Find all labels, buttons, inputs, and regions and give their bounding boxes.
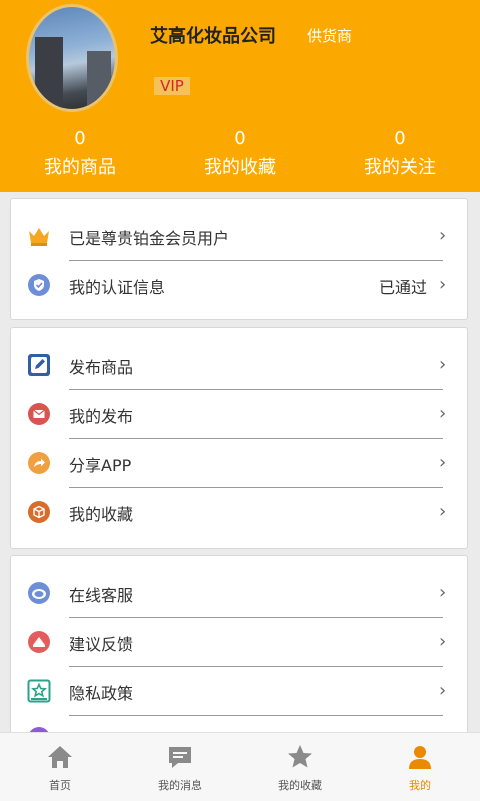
menu-item-my-posts[interactable]: 我的发布 ›	[11, 389, 469, 438]
feedback-icon	[28, 631, 50, 653]
profile-header: 艾高化妆品公司 供货商 VIP 0 我的商品 0 我的收藏 0 我的关注	[0, 0, 480, 192]
chevron-right-icon: ›	[439, 631, 447, 652]
menu-item-label: 分享APP	[69, 456, 132, 475]
avatar-building-right	[87, 51, 111, 109]
stat-count: 0	[74, 128, 86, 149]
message-icon	[169, 747, 191, 768]
menu-item-online-service[interactable]: 在线客服 ›	[11, 568, 469, 617]
divider	[69, 715, 443, 716]
menu-item-feedback[interactable]: 建议反馈 ›	[11, 617, 469, 666]
company-name: 艾高化妆品公司	[150, 26, 276, 47]
tab-label: 首页	[49, 779, 71, 792]
menu-item-label: 建议反馈	[69, 635, 134, 654]
stat-my-products[interactable]: 0 我的商品	[0, 128, 160, 180]
headset-icon	[28, 582, 50, 604]
tab-home[interactable]: 首页	[0, 733, 120, 801]
avatar-building-left	[35, 37, 63, 109]
box-icon	[28, 501, 50, 523]
tab-mine[interactable]: 我的	[360, 733, 480, 801]
person-icon	[409, 746, 431, 769]
stat-count: 0	[394, 128, 406, 149]
tab-messages[interactable]: 我的消息	[120, 733, 240, 801]
policy-icon	[27, 679, 51, 703]
share-icon	[28, 452, 50, 474]
shield-icon	[28, 274, 50, 296]
menu-item-label: 在线客服	[69, 586, 134, 605]
chevron-right-icon: ›	[439, 354, 447, 375]
vip-badge: VIP	[154, 77, 190, 95]
menu-item-share-app[interactable]: 分享APP ›	[11, 438, 469, 487]
chevron-right-icon: ›	[439, 582, 447, 603]
bottom-tab-bar: 首页 我的消息 我的收藏 我的	[0, 732, 480, 801]
menu-item-my-collection[interactable]: 我的收藏 ›	[11, 487, 469, 536]
tab-label: 我的消息	[158, 779, 202, 792]
tab-favorites[interactable]: 我的收藏	[240, 733, 360, 801]
crown-icon	[29, 228, 49, 246]
home-icon	[48, 746, 72, 768]
stat-label: 我的商品	[44, 157, 116, 178]
chevron-right-icon: ›	[439, 680, 447, 701]
mail-icon	[28, 403, 50, 425]
menu-item-label: 我的发布	[69, 407, 134, 426]
star-icon	[288, 745, 312, 768]
support-section: 在线客服 › 建议反馈 › 隐私政策 ›	[10, 555, 468, 755]
menu-item-privacy-policy[interactable]: 隐私政策 ›	[11, 666, 469, 715]
menu-item-publish-product[interactable]: 发布商品 ›	[11, 340, 469, 389]
stat-label: 我的收藏	[204, 157, 276, 178]
menu-item-label: 发布商品	[69, 358, 134, 377]
chevron-right-icon: ›	[439, 225, 447, 246]
chevron-right-icon: ›	[439, 452, 447, 473]
chevron-right-icon: ›	[439, 274, 447, 295]
avatar[interactable]	[26, 4, 118, 112]
menu-item-verification[interactable]: 我的认证信息 已通过 ›	[11, 260, 469, 309]
tab-label: 我的	[409, 779, 431, 792]
menu-item-membership[interactable]: 已是尊贵铂金会员用户 ›	[11, 211, 469, 260]
publish-section: 发布商品 › 我的发布 › 分享APP › 我的收藏 ›	[10, 327, 468, 549]
stat-label: 我的关注	[364, 157, 436, 178]
menu-item-label: 已是尊贵铂金会员用户	[69, 229, 230, 248]
edit-icon	[28, 354, 50, 376]
chevron-right-icon: ›	[439, 501, 447, 522]
role-label: 供货商	[307, 27, 353, 45]
menu-item-label: 我的收藏	[69, 505, 134, 524]
chevron-right-icon: ›	[439, 403, 447, 424]
verification-status: 已通过	[378, 278, 427, 297]
menu-item-label: 隐私政策	[69, 684, 134, 703]
tab-label: 我的收藏	[278, 779, 322, 792]
membership-section: 已是尊贵铂金会员用户 › 我的认证信息 已通过 ›	[10, 198, 468, 320]
stat-my-favorites[interactable]: 0 我的收藏	[160, 128, 320, 180]
stat-my-follows[interactable]: 0 我的关注	[320, 128, 480, 180]
stat-count: 0	[234, 128, 246, 149]
menu-item-label: 我的认证信息	[69, 278, 166, 297]
